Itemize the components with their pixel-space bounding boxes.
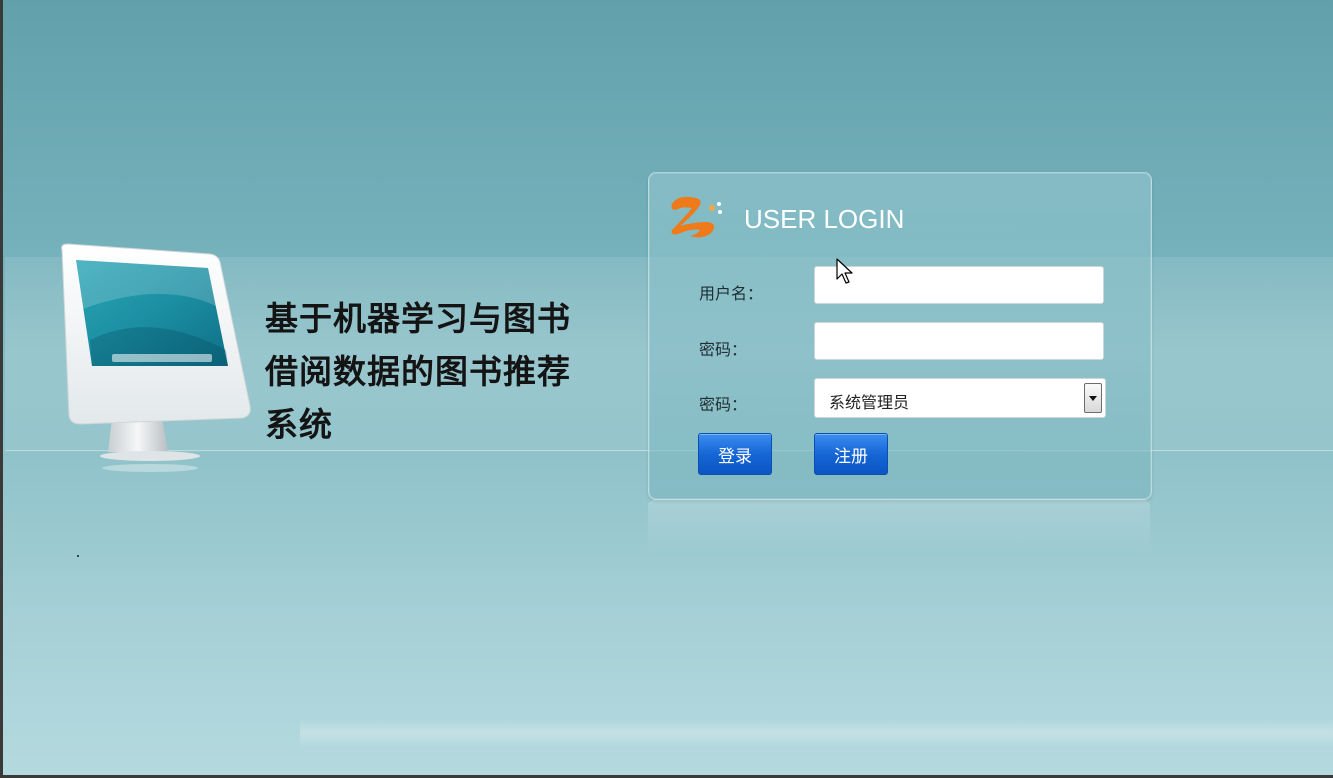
role-select-value: 系统管理员 [829, 393, 910, 412]
login-logo-icon [668, 192, 730, 240]
register-button[interactable]: 注册 [814, 433, 888, 475]
login-button[interactable]: 登录 [698, 433, 772, 475]
background-glow [300, 718, 1333, 748]
system-title-line-2: 借阅数据的图书推荐 [265, 352, 571, 391]
window-border-left [0, 0, 3, 778]
login-heading: USER LOGIN [744, 204, 905, 234]
system-title-line-1: 基于机器学习与图书 [265, 299, 571, 338]
password-input[interactable] [814, 322, 1104, 360]
username-input[interactable] [814, 266, 1104, 304]
system-title-line-3: 系统 [265, 405, 333, 444]
background-speck [77, 555, 79, 557]
role-label: 密码： [699, 395, 748, 414]
role-select[interactable]: 系统管理员 [814, 378, 1106, 418]
login-panel-reflection [648, 500, 1150, 550]
system-title: 基于机器学习与图书 借阅数据的图书推荐 系统 [265, 292, 615, 451]
username-label: 用户名： [699, 284, 764, 303]
computer-monitor-icon [50, 240, 260, 480]
password-label: 密码： [699, 340, 748, 359]
chevron-down-icon[interactable] [1084, 383, 1102, 413]
mouse-pointer-icon [836, 258, 854, 286]
